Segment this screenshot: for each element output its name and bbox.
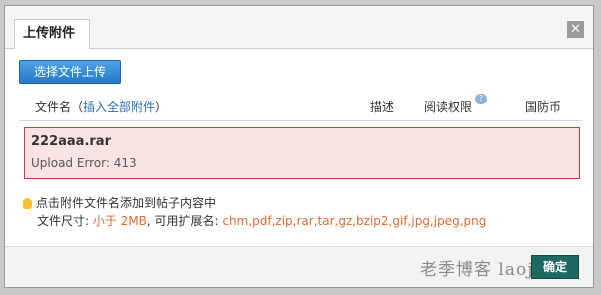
ok-button[interactable]: 确定 [531, 255, 579, 279]
dialog-footer: 老季博客 laoji.org 确定 [5, 246, 593, 287]
error-message: Upload Error: 413 [31, 156, 137, 170]
tip-line-insert: 点击附件文件名添加到帖子内容中 [23, 194, 216, 211]
tip-line-filesize: 文件尺寸: 小于 2MB, 可用扩展名: chm,pdf,zip,rar,tar… [37, 212, 486, 229]
close-icon[interactable]: ✕ [567, 21, 584, 38]
column-coin: 国防币 [525, 100, 562, 114]
upload-dialog: 上传附件 ✕ 选择文件上传 文件名（插入全部附件） 描述 阅读权限? 国防币 2… [4, 5, 594, 288]
tip-insert-text: 点击附件文件名添加到帖子内容中 [36, 196, 217, 210]
column-filename: 文件名（插入全部附件） [35, 94, 167, 120]
select-file-upload-button[interactable]: 选择文件上传 [19, 60, 121, 84]
column-filename-label: 文件名 [35, 100, 72, 114]
lightbulb-icon [23, 198, 32, 209]
tab-upload-attachment[interactable]: 上传附件 [14, 19, 90, 49]
column-read-permission-label: 阅读权限 [424, 100, 473, 114]
upload-error-box: 222aaa.rar Upload Error: 413 [24, 127, 580, 179]
tab-bar: 上传附件 ✕ [5, 6, 593, 49]
insert-open-paren: （ [71, 100, 84, 114]
help-icon[interactable]: ? [475, 94, 488, 104]
column-read-permission: 阅读权限? [424, 94, 488, 120]
insert-all-attachments-link[interactable]: 插入全部附件 [83, 100, 155, 114]
attachment-table-header: 文件名（插入全部附件） 描述 阅读权限? 国防币 [19, 94, 582, 121]
error-filename: 222aaa.rar [31, 134, 111, 149]
column-description: 描述 [370, 100, 395, 114]
insert-close-paren: ） [155, 100, 168, 114]
ext-label: , 可用扩展名: [146, 214, 219, 228]
allowed-extensions: chm,pdf,zip,rar,tar,gz,bzip2,gif,jpg,jpe… [222, 214, 487, 228]
size-label: 文件尺寸: [37, 214, 90, 228]
size-limit: 小于 2MB [92, 214, 147, 228]
